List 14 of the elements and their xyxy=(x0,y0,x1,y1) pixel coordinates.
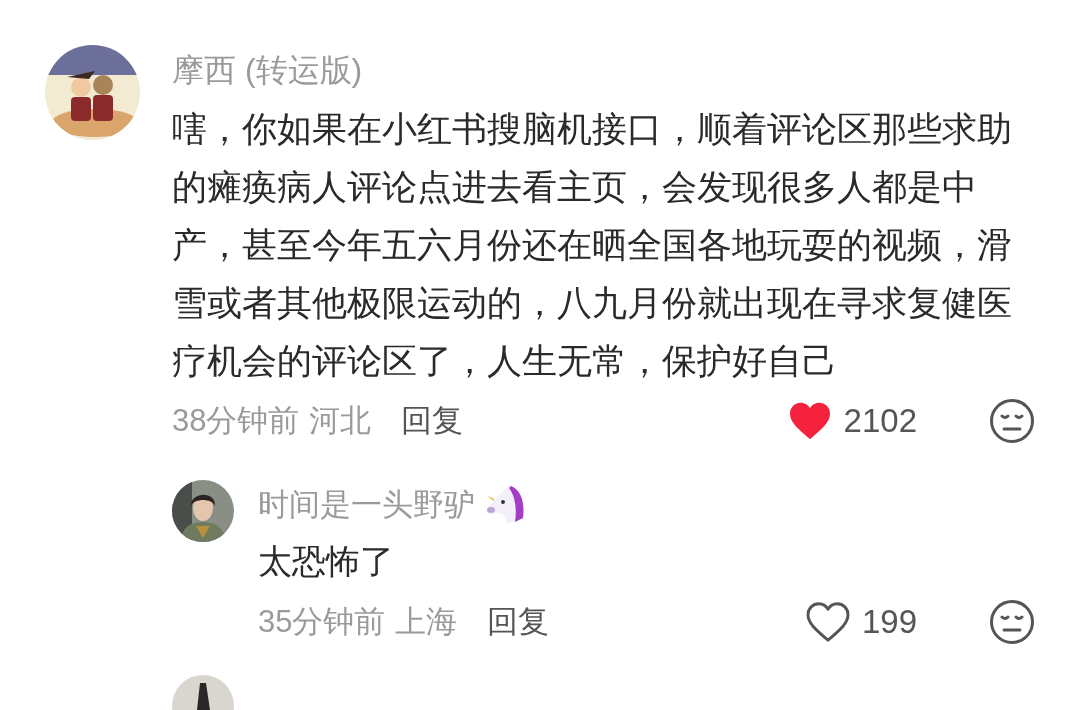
comment-text: 嗐，你如果在小红书搜脑机接口，顺着评论区那些求助的瘫痪病人评论点进去看主页，会发现很多人都是中产，甚至今年五六月份还在晒全国各地玩耍的视频，滑雪或者其他极限运动的，八九月份就出现在寻求复健医疗机会的评论区了，人生无常，保护好自己 xyxy=(172,108,1013,382)
filled-heart-icon[interactable] xyxy=(787,401,832,441)
reply-link[interactable]: 回复 xyxy=(487,598,550,646)
comment-time: 35分钟前 xyxy=(258,602,386,641)
neutral-face-icon[interactable] xyxy=(989,599,1035,645)
reply-link[interactable]: 回复 xyxy=(401,397,464,445)
like-count: 199 xyxy=(861,602,917,643)
heart-icon[interactable] xyxy=(805,602,850,642)
reply-text: 太恐怖了 xyxy=(258,541,395,582)
neutral-face-icon[interactable] xyxy=(989,398,1035,444)
comment-location: 河北 xyxy=(309,401,372,440)
like-count: 2102 xyxy=(843,401,917,442)
comment-time: 38分钟前 xyxy=(172,401,300,440)
comment-location: 上海 xyxy=(395,602,458,641)
